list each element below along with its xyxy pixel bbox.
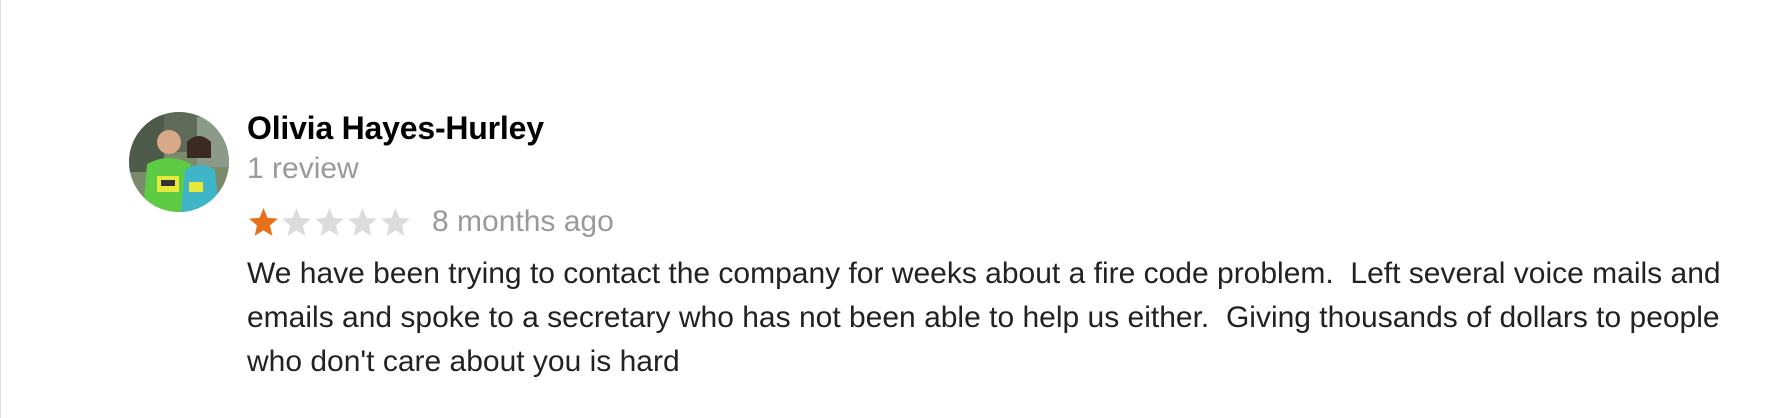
review-meta: 8 months ago — [247, 202, 1767, 242]
review-content: Olivia Hayes-Hurley 1 review 8 months ag… — [247, 109, 1767, 384]
author-review-count[interactable]: 1 review — [247, 151, 1767, 187]
star-filled-icon — [249, 207, 278, 236]
avatar[interactable] — [129, 112, 229, 212]
star-empty-icon — [282, 207, 311, 236]
review-text: We have been trying to contact the compa… — [247, 257, 1729, 378]
star-empty-icon — [315, 207, 344, 236]
review-panel: Olivia Hayes-Hurley 1 review 8 months ag… — [0, 0, 1790, 418]
star-rating — [247, 204, 412, 240]
star-empty-icon — [381, 207, 410, 236]
star-empty-icon — [348, 207, 377, 236]
review-timestamp: 8 months ago — [432, 205, 614, 238]
author-name[interactable]: Olivia Hayes-Hurley — [247, 109, 1767, 147]
profile-photo-icon — [129, 112, 229, 212]
